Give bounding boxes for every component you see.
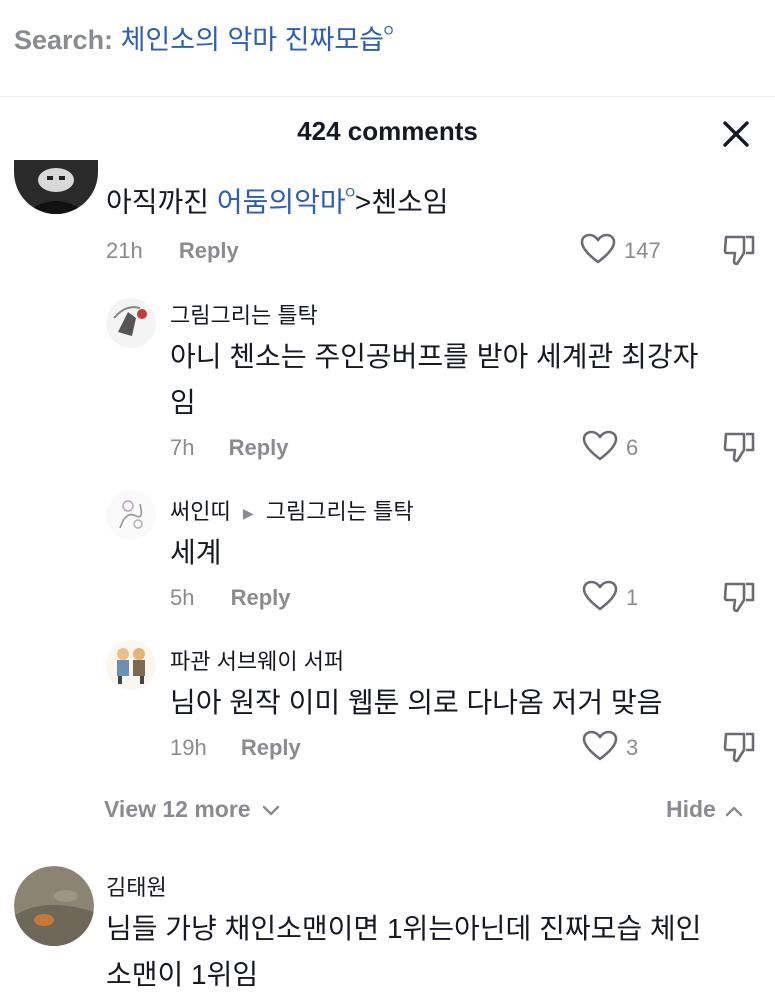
reply-button[interactable]: Reply	[241, 735, 301, 760]
search-icon[interactable]: ᴼ	[384, 23, 393, 43]
close-icon[interactable]	[718, 116, 754, 152]
search-query[interactable]: 체인소의 악마 진짜모습	[121, 25, 384, 55]
chevron-down-icon	[261, 804, 281, 818]
comment-text: 아니 첸소는 주인공버프를 받아 세계관 최강자	[170, 341, 699, 372]
like-count: 3	[626, 735, 639, 760]
comments-count-title: 424 comments	[297, 116, 478, 146]
comment-time: 7h	[170, 435, 195, 460]
comment-text: 세계	[170, 537, 222, 568]
comment-text-continued: 소맨이 1위임	[106, 959, 259, 990]
comment-text-continued: 임	[170, 387, 196, 418]
comment-time: 5h	[170, 585, 195, 610]
search-bar[interactable]: Search: 체인소의 악마 진짜모습ᴼ	[14, 18, 393, 57]
avatar[interactable]	[106, 298, 156, 348]
avatar[interactable]	[14, 160, 98, 214]
chevron-up-icon	[724, 804, 744, 818]
username[interactable]: 파관 서브웨이 서퍼	[170, 644, 344, 676]
comment-time: 19h	[170, 735, 207, 760]
avatar[interactable]	[106, 640, 156, 690]
comment-text: 님들 가냥 채인소맨이면 1위는아닌데 진짜모습 체인	[106, 913, 702, 944]
reply-button[interactable]: Reply	[231, 585, 291, 610]
like-count: 1	[626, 585, 639, 610]
dislike-icon[interactable]	[722, 430, 756, 464]
comment-meta: 5h Reply	[170, 585, 291, 611]
heart-icon[interactable]	[580, 233, 616, 265]
comment-text: 아직까진 어둠의악마ᴼ>첸소임	[106, 172, 449, 225]
username[interactable]: 써인띠	[170, 499, 231, 524]
dislike-icon[interactable]	[722, 580, 756, 614]
comment-time: 21h	[106, 238, 143, 263]
search-icon[interactable]: ᴼ	[346, 185, 355, 205]
hide-label: Hide	[666, 796, 716, 822]
like-count: 147	[624, 238, 661, 263]
username[interactable]: 그림그리는 틀탁	[170, 298, 318, 330]
comment-text-prefix: 아직까진	[106, 186, 217, 218]
view-more-label: View 12 more	[104, 796, 251, 822]
heart-icon[interactable]	[582, 430, 618, 462]
avatar[interactable]	[14, 866, 94, 946]
mention-link[interactable]: 어둠의악마	[217, 186, 346, 217]
heart-icon[interactable]	[582, 730, 618, 762]
avatar[interactable]	[106, 490, 156, 540]
dislike-icon[interactable]	[722, 233, 756, 267]
reply-header: 써인띠 ▶ 그림그리는 틀탁	[170, 494, 414, 526]
comment-text-suffix: >첸소임	[354, 186, 449, 218]
reply-button[interactable]: Reply	[229, 435, 289, 460]
view-more-replies-button[interactable]: View 12 more	[104, 796, 281, 823]
comment-meta: 7h Reply	[170, 435, 289, 461]
reply-arrow-icon: ▶	[242, 504, 254, 521]
like-count: 6	[626, 435, 639, 460]
dislike-icon[interactable]	[722, 730, 756, 764]
hide-replies-button[interactable]: Hide	[666, 796, 744, 823]
comment-text: 님아 원작 이미 웹툰 의로 다나옴 저거 맞음	[170, 687, 663, 718]
reply-button[interactable]: Reply	[179, 238, 239, 263]
divider	[0, 96, 775, 97]
search-prefix: Search:	[14, 25, 114, 55]
reply-to-username[interactable]: 그림그리는 틀탁	[266, 499, 414, 524]
username[interactable]: 김태원	[106, 870, 167, 902]
comment-meta: 19h Reply	[170, 735, 301, 761]
comment-meta: 21h Reply	[106, 238, 239, 264]
heart-icon[interactable]	[582, 580, 618, 612]
